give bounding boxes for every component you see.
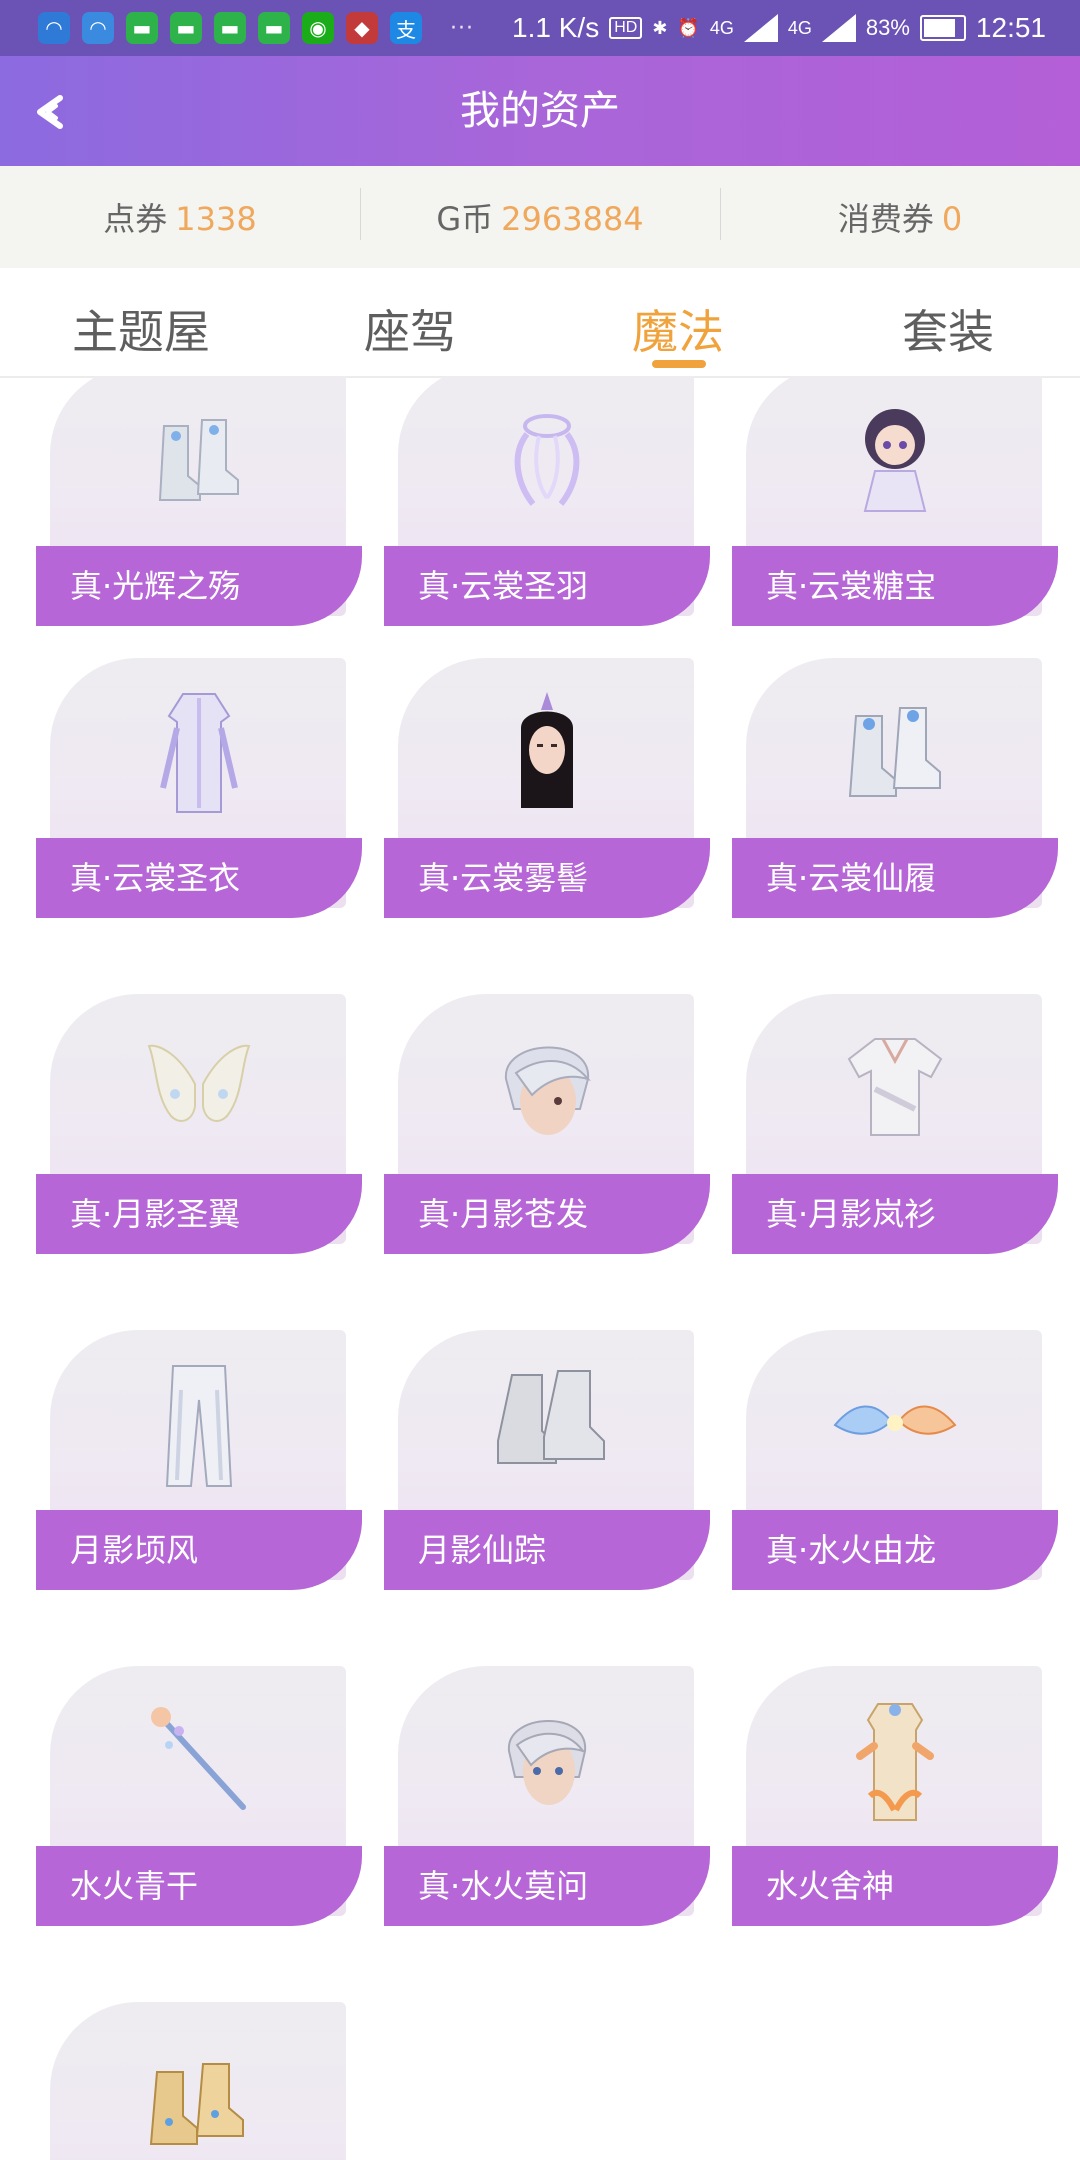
notification-icons: ◠ ◠ ▬ ▬ ▬ ▬ ◉ ◆ 支 ··· (0, 12, 474, 44)
asset-card[interactable]: 水火舍神 (732, 1666, 1058, 1926)
tab-vehicle[interactable]: 座驾 (364, 296, 456, 362)
hair-icon (384, 678, 710, 828)
asset-name: 真·月影岚衫 (732, 1174, 1058, 1254)
asset-card[interactable]: 真·云裳雾髻 (384, 658, 710, 918)
balance-gbi: G币 2963884 (360, 188, 720, 240)
hair-icon (384, 1686, 710, 1836)
title-bar: 我的资产 (0, 56, 1080, 166)
balance-xiaofeiquan: 消费券 0 (720, 188, 1080, 240)
balance-value: 0 (941, 200, 963, 238)
asset-card[interactable]: 真·月影苍发 (384, 994, 710, 1254)
outfit-icon (732, 1686, 1058, 1836)
more-notifications-icon: ··· (450, 15, 474, 41)
signal-label: 4G (787, 17, 812, 38)
balance-label: 点券 (103, 200, 168, 238)
asset-name: 水火舍神 (732, 1846, 1058, 1926)
boots-icon (384, 1350, 710, 1500)
asset-card[interactable]: 月影仙踪 (384, 1330, 710, 1590)
net-speed: 1.1 K/s (512, 12, 600, 43)
browser-app-icon: ◠ (82, 12, 114, 44)
asset-name: 真·云裳圣羽 (384, 546, 710, 626)
chat-app-icon: ▬ (170, 12, 202, 44)
asset-card[interactable]: 真·月影圣翼 (36, 994, 362, 1254)
asset-name: 水火青干 (36, 1846, 362, 1926)
asset-card[interactable]: 真·水火莫问 (384, 1666, 710, 1926)
balance-value: 1338 (175, 200, 257, 238)
active-tab-indicator (652, 360, 706, 368)
asset-name: 月影仙踪 (384, 1510, 710, 1590)
asset-name: 真·云裳糖宝 (732, 546, 1058, 626)
asset-name: 真·云裳仙履 (732, 838, 1058, 918)
chat-app-icon: ▬ (258, 12, 290, 44)
asset-grid: 真·光辉之殇 真·云裳圣羽 真·云裳糖宝 真·云裳圣衣 真·云裳雾髻 真·云裳仙… (0, 376, 1080, 2160)
hair-icon (384, 1014, 710, 1164)
asset-card[interactable]: 真·水火由龙 (732, 1330, 1058, 1590)
asset-name: 真·云裳圣衣 (36, 838, 362, 918)
asset-name: 月影顷风 (36, 1510, 362, 1590)
signal-label: 4G (709, 17, 734, 38)
golden-boots-icon (36, 2022, 362, 2160)
clock: 12:51 (975, 12, 1046, 43)
asset-card[interactable]: 水火青干 (36, 1666, 362, 1926)
signal-icon (821, 14, 856, 42)
asset-name: 真·水火由龙 (732, 1510, 1058, 1590)
wings-icon (384, 386, 710, 536)
chat-app-icon: ▬ (126, 12, 158, 44)
asset-card[interactable]: 真·云裳圣衣 (36, 658, 362, 918)
browser-app-icon: ◠ (38, 12, 70, 44)
battery-percent: 83% (865, 15, 910, 40)
tab-suit[interactable]: 套装 (902, 296, 994, 362)
asset-card[interactable]: 真·月影岚衫 (732, 994, 1058, 1254)
alipay-icon: 支 (390, 12, 422, 44)
asset-card[interactable]: 真·云裳糖宝 (732, 376, 1058, 626)
asset-name: 真·月影苍发 (384, 1174, 710, 1254)
chat-app-icon: ▬ (214, 12, 246, 44)
asset-card[interactable]: 月影顷风 (36, 1330, 362, 1590)
alarm-icon: ⏰ (677, 17, 700, 38)
battery-icon (919, 15, 966, 41)
asset-name: 真·光辉之殇 (36, 546, 362, 626)
wings-icon (36, 1014, 362, 1164)
balance-label: 消费券 (837, 200, 934, 238)
flame-icon (732, 1350, 1058, 1500)
silver-boots-icon (36, 386, 362, 536)
pants-icon (36, 1350, 362, 1500)
status-right: 1.1 K/s HD ✱ ⏰ 4G 4G 83% 12:51 (512, 0, 1046, 56)
hd-badge: HD (609, 17, 643, 39)
balance-dianquan: 点券 1338 (0, 194, 360, 240)
asset-card[interactable]: 真·光辉之殇 (36, 376, 362, 626)
asset-card[interactable]: 真·云裳仙履 (732, 658, 1058, 918)
category-tabs: 主题屋 座驾 魔法 套装 (0, 268, 1080, 378)
tab-magic[interactable]: 魔法 (632, 296, 724, 362)
asset-name: 真·云裳雾髻 (384, 838, 710, 918)
doll-icon (732, 386, 1058, 536)
bluetooth-icon: ✱ (652, 17, 668, 38)
balance-label: G币 (436, 200, 494, 238)
asset-card[interactable]: 真·云裳圣羽 (384, 376, 710, 626)
signal-icon (743, 14, 778, 42)
robe-icon (36, 678, 362, 828)
wechat-icon: ◉ (302, 12, 334, 44)
status-bar: ◠ ◠ ▬ ▬ ▬ ▬ ◉ ◆ 支 ··· 1.1 K/s HD ✱ ⏰ 4G … (0, 0, 1080, 56)
asset-card[interactable] (36, 2002, 362, 2160)
asset-name: 真·水火莫问 (384, 1846, 710, 1926)
shirt-icon (732, 1014, 1058, 1164)
balance-bar: 点券 1338 G币 2963884 消费券 0 (0, 166, 1080, 268)
boots-icon (732, 678, 1058, 828)
page-title: 我的资产 (460, 88, 620, 134)
staff-icon (36, 1686, 362, 1836)
asset-name: 真·月影圣翼 (36, 1174, 362, 1254)
game-app-icon: ◆ (346, 12, 378, 44)
balance-value: 2963884 (501, 200, 644, 238)
tab-theme-house[interactable]: 主题屋 (72, 296, 210, 362)
